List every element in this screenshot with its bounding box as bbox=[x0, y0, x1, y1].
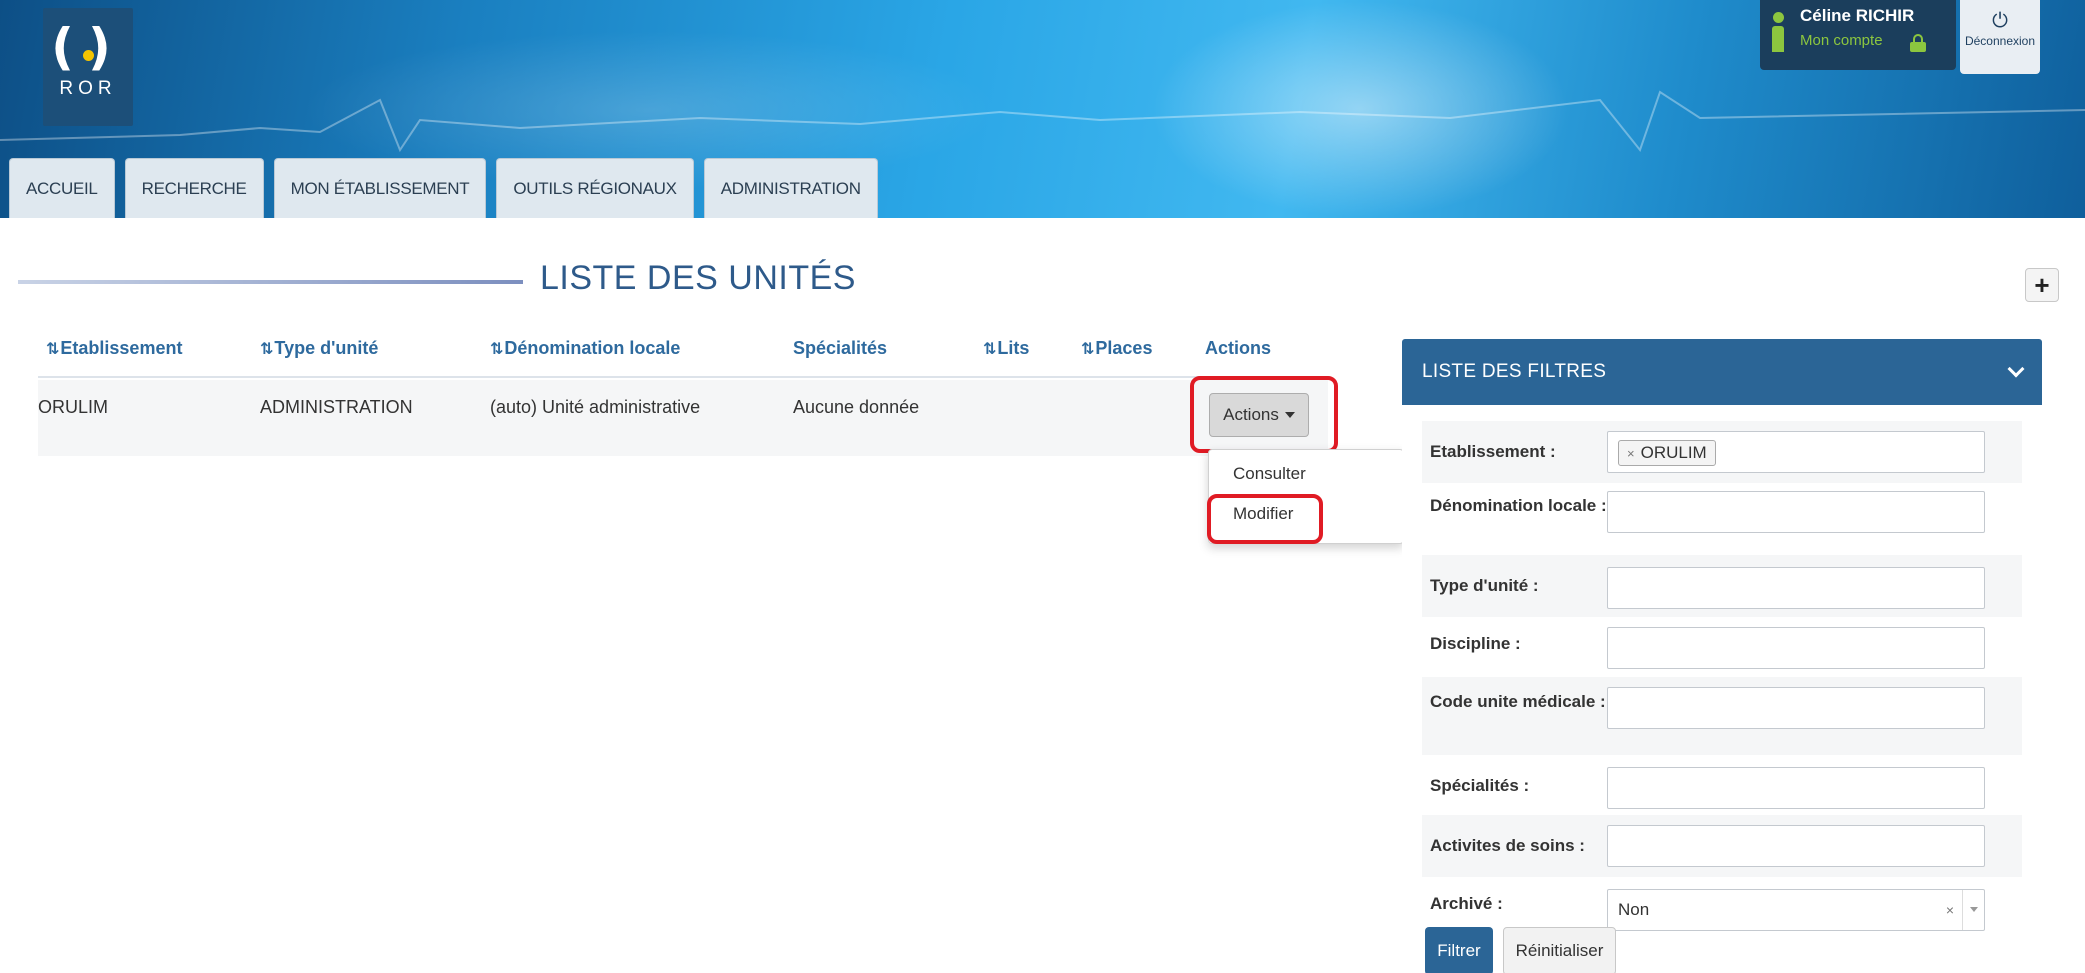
logout-label: Déconnexion bbox=[1964, 34, 2036, 48]
ror-logo[interactable]: () ROR bbox=[43, 8, 133, 126]
lock-icon bbox=[1910, 34, 1926, 52]
denomination-field[interactable] bbox=[1607, 491, 1985, 533]
tab-outils-regionaux[interactable]: OUTILS RÉGIONAUX bbox=[496, 158, 694, 218]
filter-row-code-unite: Code unite médicale : bbox=[1422, 677, 2022, 755]
cell-specialites: Aucune donnée bbox=[793, 397, 920, 417]
filter-row-denomination: Dénomination locale : bbox=[1422, 483, 2022, 555]
column-header-lits[interactable]: ⇅ Lits bbox=[983, 338, 1029, 359]
sort-icon: ⇅ bbox=[260, 339, 274, 358]
tab-administration[interactable]: ADMINISTRATION bbox=[703, 158, 878, 218]
highlight-actions-annotation bbox=[1190, 376, 1338, 453]
filter-row-type-unite: Type d'unité : bbox=[1422, 555, 2022, 617]
sort-icon: ⇅ bbox=[1081, 339, 1095, 358]
user-icon bbox=[1772, 12, 1784, 52]
main-nav-tabs: ACCUEIL RECHERCHE MON ÉTABLISSEMENT OUTI… bbox=[9, 158, 878, 218]
power-icon: ⏻ bbox=[1992, 8, 2008, 32]
filters-panel: LISTE DES FILTRES Etablissement : × ORULI… bbox=[1402, 339, 2042, 973]
my-account-link[interactable]: Mon compte bbox=[1800, 32, 1883, 49]
chevron-down-icon[interactable] bbox=[2007, 360, 2025, 378]
clear-icon[interactable]: × bbox=[1946, 902, 1954, 918]
filters-panel-title: LISTE DES FILTRES bbox=[1422, 361, 1607, 382]
filter-label-activites: Activites de soins : bbox=[1430, 836, 1585, 855]
sort-icon: ⇅ bbox=[490, 339, 504, 358]
column-header-type-unite[interactable]: ⇅ Type d'unité bbox=[260, 338, 378, 359]
column-header-specialites: Spécialités bbox=[793, 338, 888, 358]
filters-panel-header[interactable]: LISTE DES FILTRES bbox=[1402, 339, 2042, 405]
logout-button[interactable]: ⏻ Déconnexion bbox=[1960, 0, 2040, 74]
activites-field[interactable] bbox=[1607, 825, 1985, 867]
archive-selected-value: Non bbox=[1618, 900, 1650, 919]
filter-label-type-unite: Type d'unité : bbox=[1430, 576, 1539, 595]
filter-label-etablissement: Etablissement : bbox=[1430, 442, 1556, 461]
filter-row-discipline: Discipline : bbox=[1422, 617, 2022, 677]
table-header: ⇅ Etablissement ⇅ Type d'unité ⇅ Dénominati… bbox=[38, 338, 1328, 378]
highlight-modifier-annotation bbox=[1207, 494, 1323, 544]
logo-text: ROR bbox=[59, 78, 117, 99]
column-header-places[interactable]: ⇅ Places bbox=[1081, 338, 1152, 359]
etablissement-field[interactable]: × ORULIM bbox=[1607, 431, 1985, 473]
discipline-field[interactable] bbox=[1607, 627, 1985, 669]
cell-type-unite: ADMINISTRATION bbox=[260, 397, 413, 417]
tab-accueil[interactable]: ACCUEIL bbox=[9, 158, 115, 218]
filter-label-specialites: Spécialités : bbox=[1430, 776, 1530, 795]
sort-icon: ⇅ bbox=[46, 339, 60, 358]
dropdown-arrow-icon[interactable] bbox=[1962, 890, 1984, 930]
logo-brackets-icon: () bbox=[51, 18, 125, 76]
header-banner: () ROR Céline RICHIR Mon compte ⏻ Déconn… bbox=[0, 0, 2085, 218]
page-title: LISTE DES UNITÉS bbox=[540, 259, 856, 297]
tab-recherche[interactable]: RECHERCHE bbox=[124, 158, 264, 218]
filter-button[interactable]: Filtrer bbox=[1425, 927, 1493, 973]
column-header-denomination[interactable]: ⇅ Dénomination locale bbox=[490, 338, 680, 359]
user-account-box[interactable]: Céline RICHIR Mon compte bbox=[1760, 0, 1956, 70]
add-unit-button[interactable]: + bbox=[2025, 268, 2059, 302]
tab-mon-etablissement[interactable]: MON ÉTABLISSEMENT bbox=[273, 158, 487, 218]
filter-row-etablissement: Etablissement : × ORULIM bbox=[1422, 421, 2022, 483]
column-header-actions: Actions bbox=[1205, 338, 1272, 358]
column-header-etablissement[interactable]: ⇅ Etablissement bbox=[46, 338, 182, 359]
filter-row-specialites: Spécialités : bbox=[1422, 755, 2022, 815]
specialites-field[interactable] bbox=[1607, 767, 1985, 809]
user-name: Céline RICHIR bbox=[1800, 6, 1915, 25]
title-decoration-line bbox=[18, 280, 523, 284]
table-row: ORULIM ADMINISTRATION (auto) Unité admin… bbox=[38, 380, 1328, 456]
selected-tag[interactable]: × ORULIM bbox=[1618, 440, 1716, 466]
code-unite-field[interactable] bbox=[1607, 687, 1985, 729]
filter-label-code-unite: Code unite médicale : bbox=[1430, 692, 1606, 711]
remove-tag-icon[interactable]: × bbox=[1627, 446, 1635, 461]
filter-label-denomination: Dénomination locale : bbox=[1430, 496, 1607, 515]
filter-label-discipline: Discipline : bbox=[1430, 634, 1521, 653]
cell-denomination: (auto) Unité administrative bbox=[490, 397, 701, 417]
reset-button[interactable]: Réinitialiser bbox=[1503, 927, 1616, 973]
type-unite-field[interactable] bbox=[1607, 567, 1985, 609]
menu-item-consulter[interactable]: Consulter bbox=[1233, 464, 1306, 484]
cell-etablissement: ORULIM bbox=[38, 397, 109, 417]
archive-select[interactable]: Non × bbox=[1607, 889, 1985, 931]
sort-icon: ⇅ bbox=[983, 339, 997, 358]
filter-label-archive: Archivé : bbox=[1430, 894, 1503, 913]
filters-panel-body: Etablissement : × ORULIM Dénomination loc… bbox=[1402, 405, 2042, 973]
filter-row-activites: Activites de soins : bbox=[1422, 815, 2022, 877]
